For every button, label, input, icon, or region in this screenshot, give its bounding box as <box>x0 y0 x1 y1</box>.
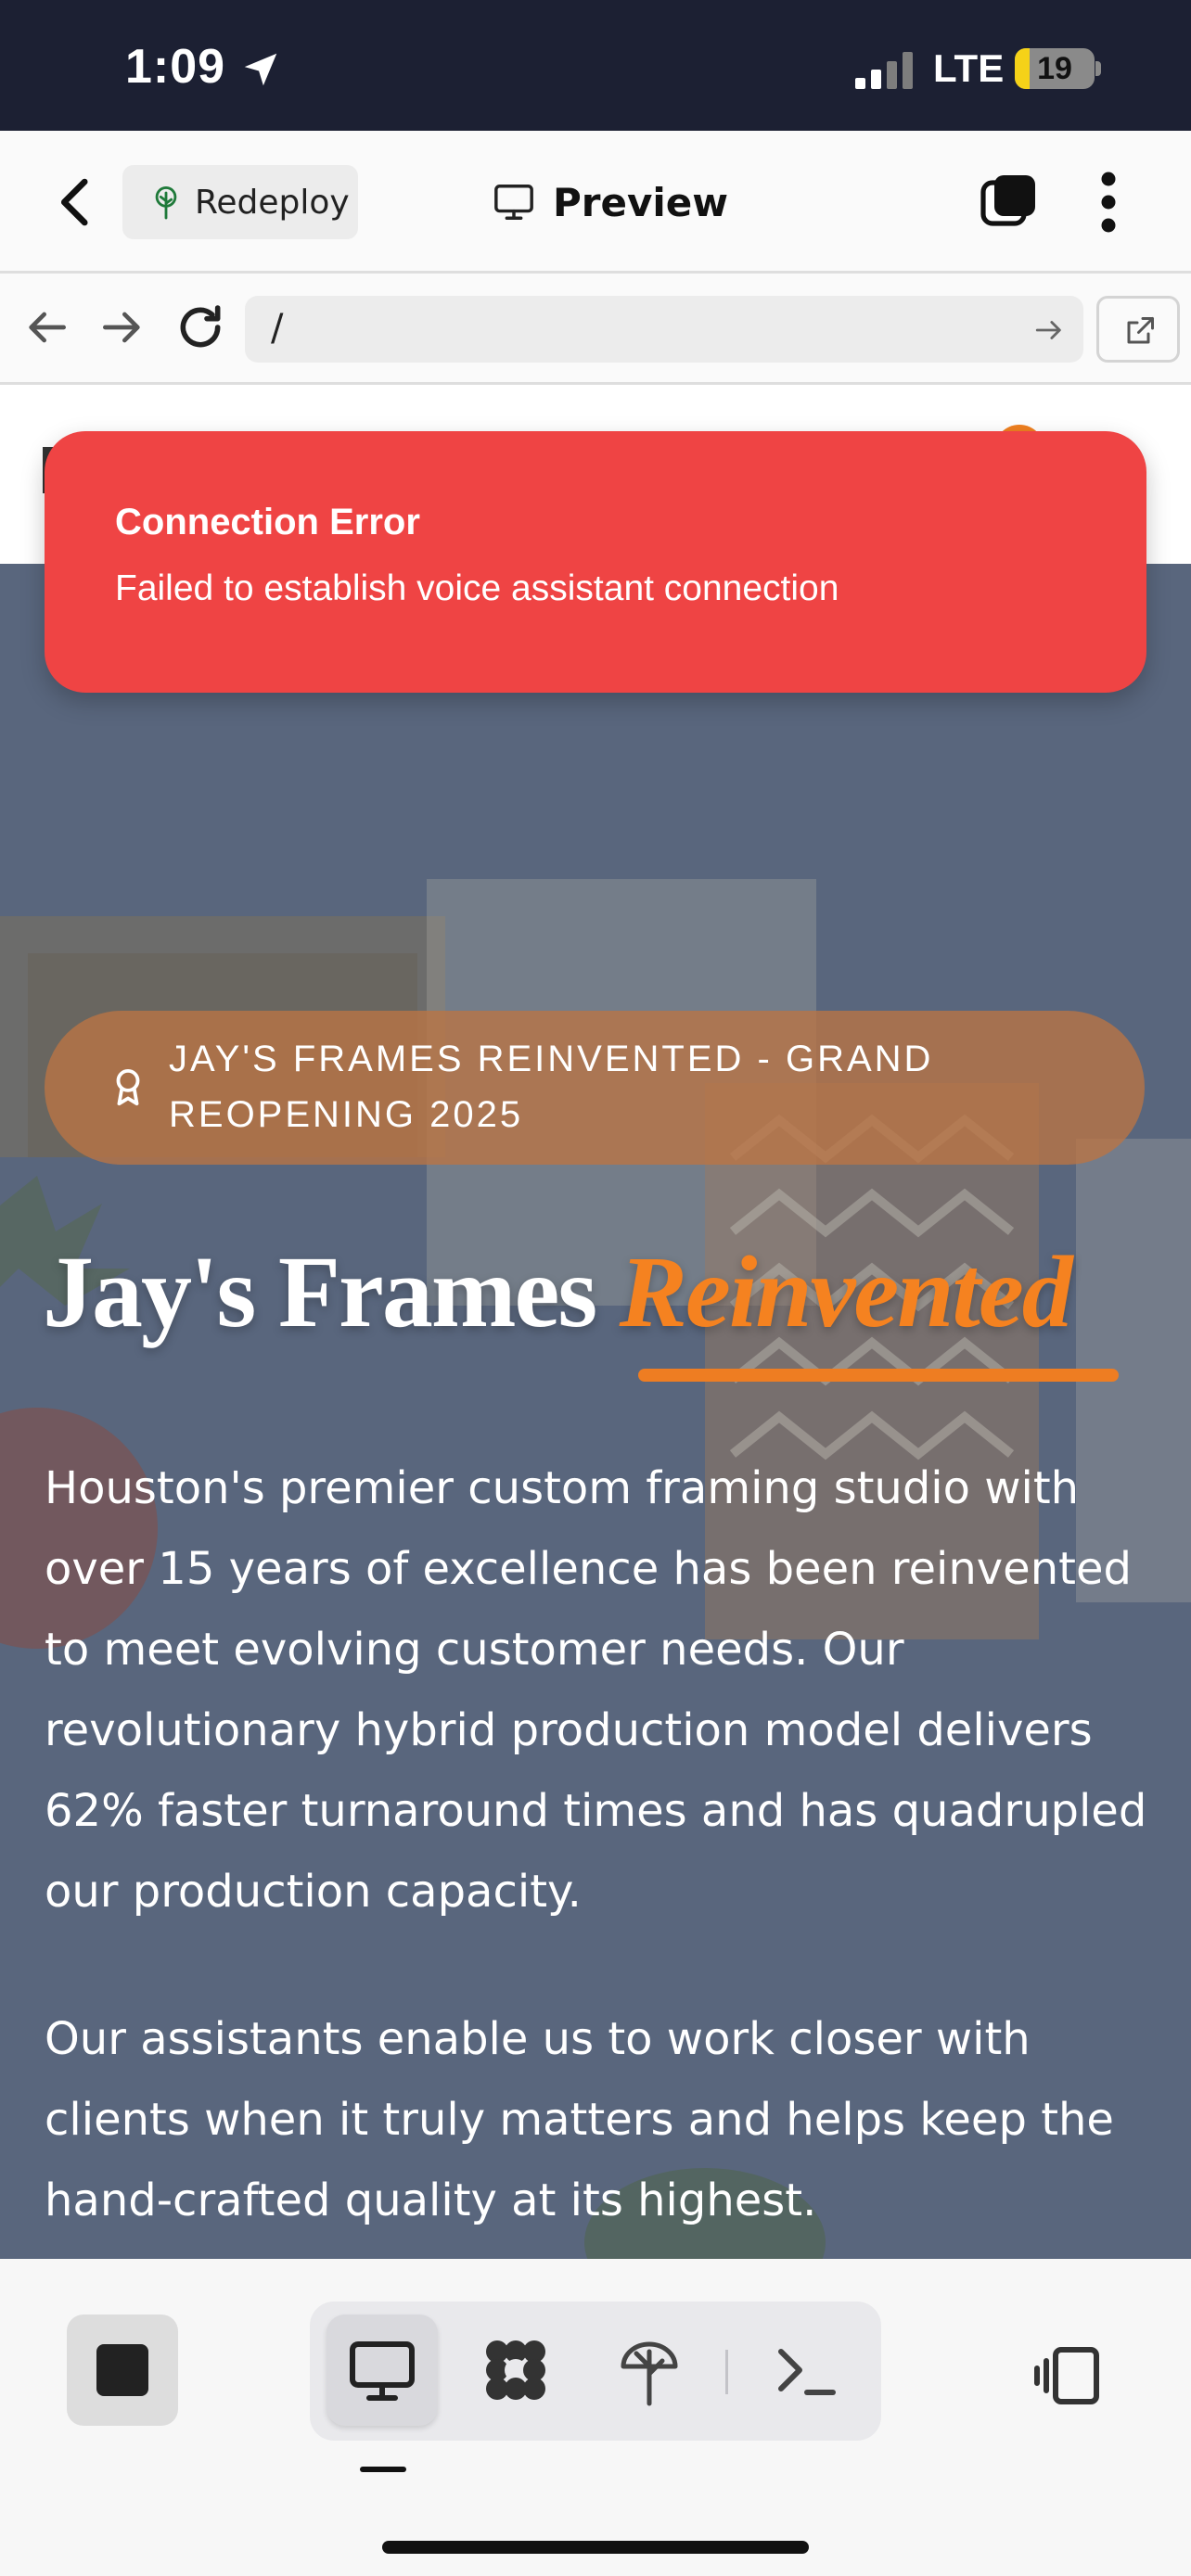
url-row: / <box>0 274 1191 385</box>
status-time: 1:09 <box>125 40 226 94</box>
network-type: LTE <box>933 46 1005 90</box>
error-toast[interactable]: Connection Error Failed to establish voi… <box>45 431 1146 693</box>
toast-message: Failed to establish voice assistant conn… <box>115 568 839 608</box>
tab-deploy[interactable] <box>594 2315 705 2426</box>
chevron-left-icon[interactable] <box>46 172 108 233</box>
battery-percent: 19 <box>1037 51 1072 86</box>
redeploy-label: Redeploy <box>195 183 350 222</box>
signal-icon <box>855 52 913 89</box>
toast-title: Connection Error <box>115 502 420 542</box>
award-icon <box>116 1068 140 1106</box>
panel-toggle-icon[interactable] <box>1030 2339 1104 2413</box>
open-external-button[interactable] <box>1096 296 1180 363</box>
terminal-icon <box>778 2349 836 2395</box>
hero-paragraph-2: Our assistants enable us to work closer … <box>45 2013 1114 2226</box>
title-underline <box>638 1369 1119 1382</box>
monitor-icon <box>350 2341 415 2401</box>
view-switcher <box>310 2302 881 2441</box>
battery-icon: 19 <box>1015 48 1095 89</box>
tab-preview[interactable] <box>327 2315 438 2426</box>
redeploy-button[interactable]: Redeploy <box>122 165 358 239</box>
preview-label: Preview <box>553 179 729 225</box>
active-tab-indicator <box>360 2467 406 2472</box>
arrow-go-icon[interactable] <box>1033 314 1065 346</box>
arrow-right-icon[interactable] <box>96 301 148 353</box>
more-vertical-icon[interactable] <box>1085 170 1132 235</box>
hero-paragraph-1: Houston's premier custom framing studio … <box>45 1462 1147 1918</box>
badge-text: JAY'S FRAMES REINVENTED - GRAND REOPENIN… <box>169 1039 934 1135</box>
url-value: / <box>271 307 284 350</box>
hero-title-main: Jay's Frames <box>43 1235 620 1348</box>
home-indicator[interactable] <box>382 2541 809 2554</box>
refresh-icon[interactable] <box>174 301 226 353</box>
tabs-icon[interactable] <box>980 172 1039 231</box>
tab-terminal[interactable] <box>751 2315 863 2426</box>
status-bar: 1:09 LTE 19 <box>0 0 1191 131</box>
hero-title: Jay's Frames Reinvented <box>43 1233 1073 1351</box>
hero-title-accent: Reinvented <box>619 1235 1073 1348</box>
external-link-icon <box>1127 317 1154 344</box>
toolbar-divider <box>725 2350 728 2394</box>
tab-components[interactable] <box>460 2315 571 2426</box>
tree-icon <box>621 2341 678 2406</box>
grand-reopening-badge: JAY'S FRAMES REINVENTED - GRAND REOPENIN… <box>45 1011 1145 1165</box>
location-arrow-icon <box>244 53 277 86</box>
stop-button[interactable] <box>67 2315 178 2426</box>
stop-icon <box>96 2344 148 2396</box>
app-header: Redeploy Preview <box>0 131 1191 274</box>
arrow-left-icon[interactable] <box>20 301 72 353</box>
url-input[interactable]: / <box>245 296 1083 363</box>
monitor-icon <box>494 185 533 220</box>
bottom-toolbar <box>0 2259 1191 2576</box>
grid-icon <box>486 2340 545 2400</box>
battery-nub <box>1095 61 1101 76</box>
tree-icon <box>155 186 177 220</box>
preview-title: Preview <box>492 173 728 231</box>
